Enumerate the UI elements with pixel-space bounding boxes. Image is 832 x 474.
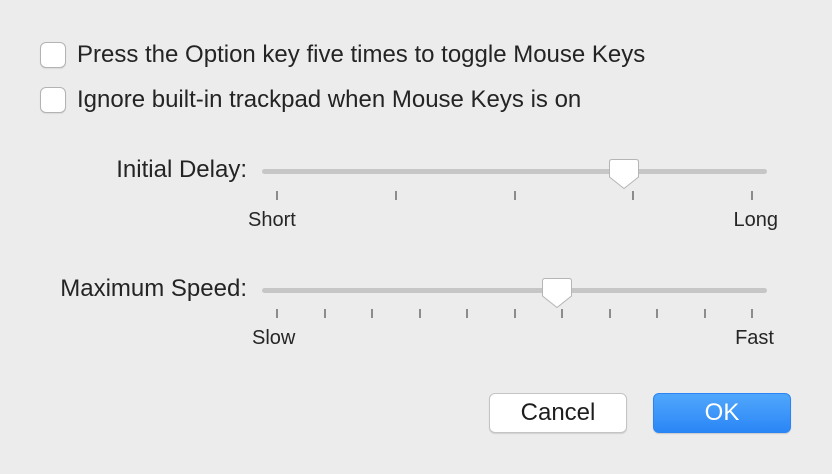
maximum-speed-tick	[276, 309, 278, 318]
ok-button[interactable]: OK	[653, 393, 791, 433]
initial-delay-ticks	[262, 191, 767, 201]
initial-delay-max-label: Long	[733, 209, 779, 231]
maximum-speed-tick	[371, 309, 373, 318]
cancel-button[interactable]: Cancel	[489, 393, 627, 433]
maximum-speed-tick	[561, 309, 563, 318]
maximum-speed-thumb[interactable]	[540, 276, 574, 310]
initial-delay-tick	[276, 191, 278, 200]
maximum-speed-tick	[656, 309, 658, 318]
initial-delay-tick	[751, 191, 753, 200]
initial-delay-tick	[632, 191, 635, 200]
mouse-keys-options-dialog: Press the Option key five times to toggl…	[0, 0, 832, 474]
initial-delay-slider[interactable]	[262, 151, 767, 191]
initial-delay-tick	[394, 191, 397, 200]
maximum-speed-min-label: Slow	[252, 327, 296, 349]
toggle-mouse-keys-option[interactable]: Press the Option key five times to toggl…	[40, 40, 645, 70]
slider-thumb-icon	[542, 278, 573, 309]
initial-delay-track[interactable]	[262, 169, 767, 174]
initial-delay-label: Initial Delay:	[116, 156, 247, 183]
toggle-mouse-keys-checkbox[interactable]	[40, 42, 66, 68]
maximum-speed-tick	[513, 309, 516, 318]
slider-thumb-icon	[608, 159, 639, 190]
ignore-trackpad-option[interactable]: Ignore built-in trackpad when Mouse Keys…	[40, 85, 581, 115]
maximum-speed-ticks	[262, 309, 767, 319]
maximum-speed-max-label: Fast	[735, 327, 774, 349]
maximum-speed-label: Maximum Speed:	[60, 275, 247, 302]
maximum-speed-tick	[323, 309, 326, 318]
maximum-speed-tick	[751, 309, 753, 318]
maximum-speed-tick	[703, 309, 706, 318]
ignore-trackpad-label[interactable]: Ignore built-in trackpad when Mouse Keys…	[77, 85, 581, 115]
initial-delay-min-label: Short	[248, 209, 296, 231]
maximum-speed-track[interactable]	[262, 288, 767, 293]
initial-delay-tick	[513, 191, 516, 200]
toggle-mouse-keys-label[interactable]: Press the Option key five times to toggl…	[77, 40, 645, 70]
maximum-speed-tick	[608, 309, 611, 318]
maximum-speed-tick	[418, 309, 421, 318]
maximum-speed-tick	[466, 309, 468, 318]
maximum-speed-slider[interactable]	[262, 270, 767, 310]
initial-delay-thumb[interactable]	[607, 157, 641, 191]
ignore-trackpad-checkbox[interactable]	[40, 87, 66, 113]
